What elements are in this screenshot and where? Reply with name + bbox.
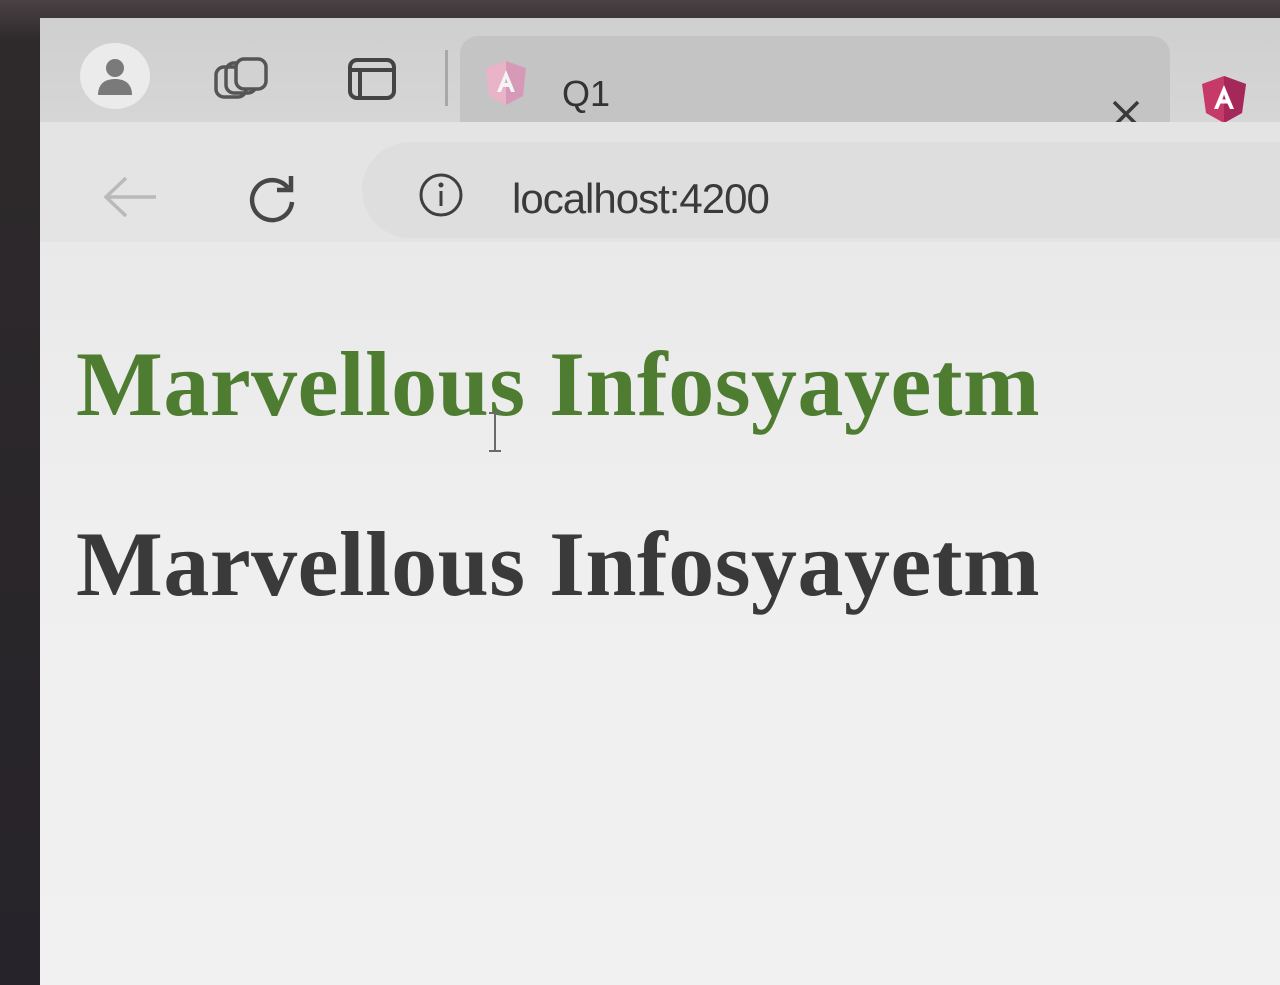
page-content: Marvellous Infosyayetm Marvellous Infosy… <box>40 242 1280 985</box>
profile-icon <box>98 59 132 95</box>
angular-icon <box>486 61 526 105</box>
info-icon[interactable] <box>416 170 466 220</box>
tab-separator <box>445 50 448 106</box>
address-bar[interactable]: localhost:4200 <box>362 142 1280 238</box>
heading-green: Marvellous Infosyayetm <box>76 333 1041 435</box>
heading-dark: Marvellous Infosyayetm <box>76 513 1041 615</box>
workspaces-icon[interactable] <box>212 53 272 103</box>
reload-icon[interactable] <box>240 168 306 228</box>
browser-window: Q1 localhost:4200 Marvellous Infosyayetm… <box>40 18 1280 985</box>
tab-title: Q1 <box>562 73 611 114</box>
url-text[interactable]: localhost:4200 <box>512 178 770 220</box>
tab-actions-icon[interactable] <box>346 56 398 102</box>
text-cursor-icon <box>489 412 501 452</box>
angular-icon[interactable] <box>1198 73 1250 125</box>
monitor-frame: Q1 localhost:4200 Marvellous Infosyayetm… <box>0 0 1280 985</box>
toolbar: localhost:4200 <box>40 122 1280 242</box>
back-arrow-icon[interactable] <box>98 172 164 222</box>
profile-button[interactable] <box>80 43 150 109</box>
tab-strip: Q1 <box>40 18 1280 140</box>
